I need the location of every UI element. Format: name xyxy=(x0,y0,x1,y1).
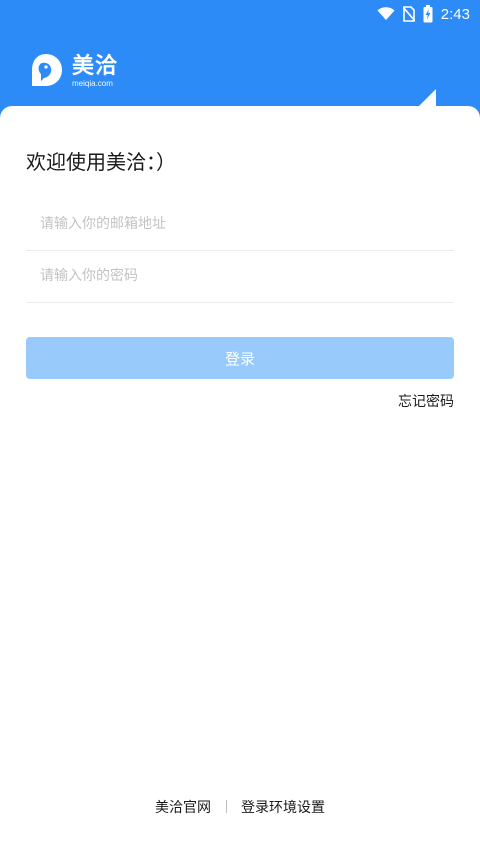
password-field[interactable] xyxy=(26,250,454,303)
brand-domain: meiqia.com xyxy=(72,79,113,88)
status-bar: 2:43 xyxy=(0,0,480,28)
card-bubble-tail xyxy=(418,89,436,107)
forgot-password-link[interactable]: 忘记密码 xyxy=(398,391,454,411)
status-icons: 2:43 xyxy=(377,3,470,25)
wifi-icon xyxy=(377,7,395,21)
login-button[interactable]: 登录 xyxy=(26,337,454,379)
battery-charging-icon xyxy=(423,5,433,23)
footer-divider xyxy=(225,800,227,813)
brand-name: 美洽 xyxy=(72,54,119,79)
meiqia-logo-icon xyxy=(28,52,64,92)
footer: 美洽官网 登录环境设置 xyxy=(0,797,480,817)
no-sim-icon xyxy=(402,6,415,22)
brand-text: 美洽 meiqia.com xyxy=(72,55,118,89)
password-input[interactable] xyxy=(26,250,454,302)
brand-logo: 美洽 meiqia.com xyxy=(28,52,118,92)
welcome-title: 欢迎使用美洽：） xyxy=(26,150,176,174)
status-time: 2:43 xyxy=(440,5,470,23)
email-field[interactable] xyxy=(26,198,454,251)
email-input[interactable] xyxy=(26,198,454,250)
app-header: 2:43 美洽 meiqia.com xyxy=(0,0,480,120)
login-env-settings-link[interactable]: 登录环境设置 xyxy=(241,800,325,816)
website-link[interactable]: 美洽官网 xyxy=(155,800,211,816)
